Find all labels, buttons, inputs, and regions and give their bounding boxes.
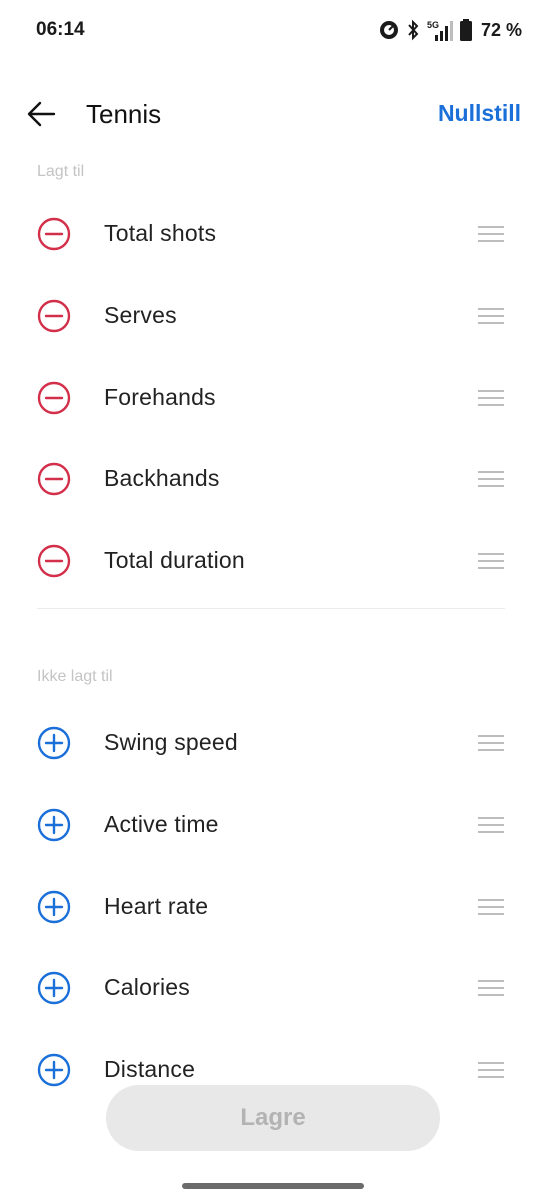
home-indicator[interactable] (182, 1183, 364, 1189)
plus-circle-icon (37, 726, 71, 760)
list-item-label: Swing speed (104, 729, 238, 755)
battery-percentage: 72 % (480, 19, 522, 40)
speedometer-icon (379, 21, 398, 39)
list-item: Heart rate (0, 866, 546, 948)
list-item-label: Serves (104, 302, 177, 328)
bluetooth-icon (408, 19, 419, 41)
remove-button[interactable] (37, 217, 71, 251)
remove-button[interactable] (37, 299, 71, 333)
add-button[interactable] (37, 971, 71, 1005)
drag-handle-icon[interactable] (478, 899, 504, 915)
list-item: Total duration (0, 520, 546, 602)
plus-circle-icon (37, 1053, 71, 1087)
reset-button[interactable]: Nullstill (438, 100, 521, 127)
list-item: Serves (0, 275, 546, 357)
list-item-label: Forehands (104, 384, 216, 410)
section-label-added: Lagt til (37, 163, 85, 180)
minus-circle-icon (37, 299, 71, 333)
drag-handle-icon[interactable] (478, 1062, 504, 1078)
page-title: Tennis (86, 99, 162, 129)
add-button[interactable] (37, 890, 71, 924)
back-button[interactable] (24, 98, 60, 130)
status-icons: 5G 72 % (379, 17, 522, 43)
remove-button[interactable] (37, 381, 71, 415)
section-label-not-added: Ikke lagt til (37, 668, 113, 685)
add-button[interactable] (37, 1053, 71, 1087)
plus-circle-icon (37, 971, 71, 1005)
list-item-label: Calories (104, 974, 190, 1000)
list-item-label: Distance (104, 1056, 196, 1082)
minus-circle-icon (37, 217, 71, 251)
drag-handle-icon[interactable] (478, 226, 504, 242)
list-item-label: Backhands (104, 465, 220, 491)
list-item-label: Total shots (104, 220, 217, 246)
status-time: 06:14 (36, 19, 85, 40)
add-button[interactable] (37, 808, 71, 842)
add-button[interactable] (37, 726, 71, 760)
drag-handle-icon[interactable] (478, 553, 504, 569)
minus-circle-icon (37, 544, 71, 578)
svg-text:5G: 5G (427, 20, 439, 30)
list-item: Swing speed (0, 702, 546, 784)
drag-handle-icon[interactable] (478, 471, 504, 487)
plus-circle-icon (37, 890, 71, 924)
section-divider (37, 608, 505, 609)
list-item: Backhands (0, 438, 546, 520)
drag-handle-icon[interactable] (478, 817, 504, 833)
remove-button[interactable] (37, 544, 71, 578)
drag-handle-icon[interactable] (478, 980, 504, 996)
battery-icon (459, 19, 472, 41)
signal-5g-icon: 5G (427, 20, 453, 41)
plus-circle-icon (37, 808, 71, 842)
status-bar: 06:14 5G 72 % (0, 0, 546, 60)
drag-handle-icon[interactable] (478, 308, 504, 324)
drag-handle-icon[interactable] (478, 390, 504, 406)
arrow-left-icon (27, 101, 56, 127)
save-button[interactable]: Lagre (106, 1085, 440, 1151)
list-item: Active time (0, 784, 546, 866)
list-item-label: Heart rate (104, 893, 209, 919)
list-item: Forehands (0, 357, 546, 439)
list-item: Calories (0, 947, 546, 1029)
remove-button[interactable] (37, 462, 71, 496)
minus-circle-icon (37, 462, 71, 496)
list-item: Total shots (0, 193, 546, 275)
minus-circle-icon (37, 381, 71, 415)
header: Tennis Nullstill (0, 84, 546, 144)
drag-handle-icon[interactable] (478, 735, 504, 751)
list-item-label: Active time (104, 811, 219, 837)
list-item-label: Total duration (104, 547, 245, 573)
